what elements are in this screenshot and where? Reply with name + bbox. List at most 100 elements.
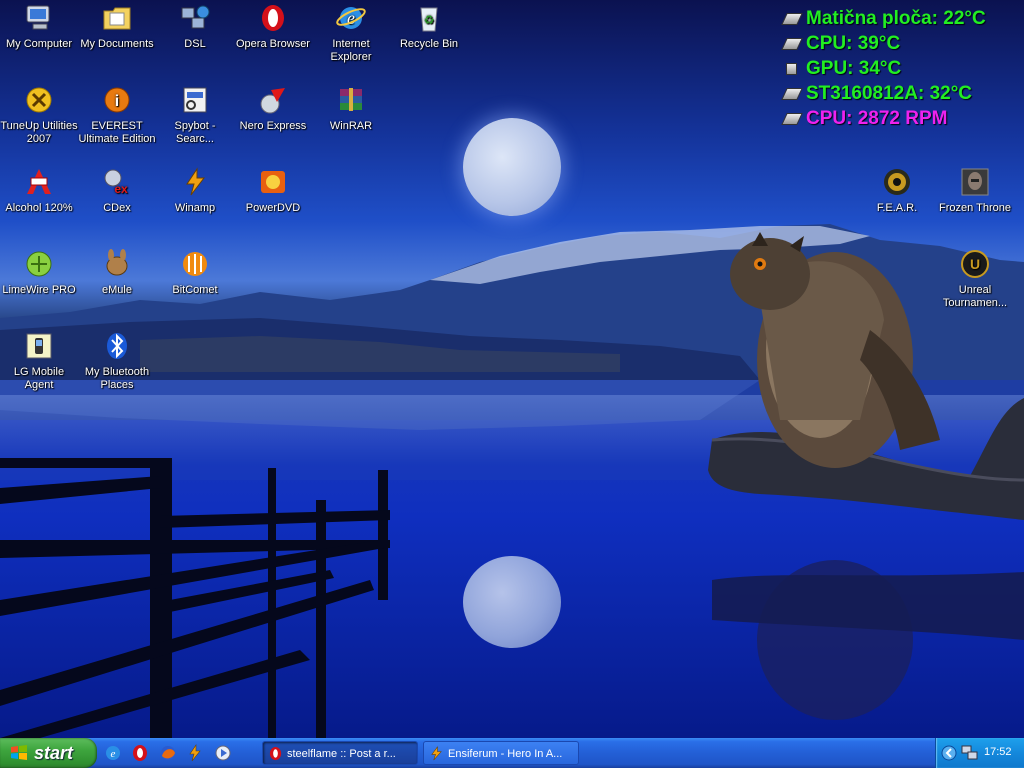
icon-label: CDex: [103, 202, 131, 214]
icon-label: Unreal Tournamen...: [942, 284, 1008, 309]
desktop-icon[interactable]: My Bluetooth Places: [78, 330, 156, 392]
nero-icon: [260, 88, 285, 114]
everest-icon: i: [104, 87, 130, 113]
desktop-icon[interactable]: DSL: [156, 2, 234, 51]
sensor-text: Matična ploča: 22°C: [806, 8, 986, 29]
system-tray: 17:52: [935, 738, 1024, 768]
quick-launch: e: [104, 744, 237, 762]
bitcomet-icon: [183, 252, 207, 276]
sensor-cpu-fan: CPU: 2872 RPM: [781, 108, 1020, 133]
window-title: steelflame :: Post a r...: [287, 748, 396, 760]
windows-logo-icon: [11, 745, 27, 760]
sensor-text: ST3160812A: 32°C: [806, 83, 973, 104]
moon: [463, 118, 561, 216]
clock[interactable]: 17:52: [984, 746, 1012, 758]
taskbar-window-button[interactable]: Ensiferum - Hero In A...: [423, 741, 579, 765]
taskbar-window-button[interactable]: steelflame :: Post a r...: [262, 741, 418, 765]
icon-label: PowerDVD: [245, 202, 301, 214]
desktop-icon[interactable]: eMule: [78, 248, 156, 297]
svg-text:ex: ex: [114, 182, 128, 196]
spybot-icon: [183, 87, 207, 113]
sensor-text: CPU: 39°C: [806, 33, 901, 54]
svg-text:e: e: [111, 748, 116, 760]
desktop-icon[interactable]: U Unreal Tournamen...: [936, 248, 1014, 310]
desktop-icon[interactable]: ex CDex: [78, 166, 156, 215]
icon-label: My Documents: [80, 38, 154, 50]
icon-label: eMule: [102, 284, 132, 296]
opera-icon: [262, 5, 284, 31]
desktop-icon[interactable]: My Computer: [0, 2, 78, 51]
desktop-icon[interactable]: LG Mobile Agent: [0, 330, 78, 392]
start-button[interactable]: start: [0, 738, 97, 768]
network-icon[interactable]: [961, 745, 979, 761]
desktop-icon[interactable]: WinRAR: [312, 84, 390, 133]
sensor-gpu-temp: GPU: 34°C: [784, 58, 1020, 83]
motherboard-icon: [781, 12, 803, 25]
moon-reflection: [463, 556, 561, 648]
icon-label: Nero Express: [239, 120, 307, 132]
icon-label: LimeWire PRO: [2, 284, 76, 296]
media-player-icon[interactable]: [214, 744, 232, 762]
desktop-icon[interactable]: My Documents: [78, 2, 156, 51]
desktop-icon[interactable]: TuneUp Utilities 2007: [0, 84, 78, 146]
hard-drive-icon: [781, 87, 803, 100]
desktop-icon[interactable]: BitComet: [156, 248, 234, 297]
winamp-icon: [186, 167, 206, 196]
icon-label: BitComet: [172, 284, 218, 296]
icon-label: Winamp: [174, 202, 216, 214]
icon-label: LG Mobile Agent: [13, 366, 65, 391]
icon-label: Spybot - Searc...: [174, 120, 216, 145]
icon-label: My Bluetooth Places: [84, 366, 150, 391]
icon-label: Recycle Bin: [399, 38, 459, 50]
sensor-cpu-temp: CPU: 39°C: [781, 33, 1020, 58]
icon-label: Alcohol 120%: [5, 202, 73, 214]
icon-label: My Computer: [5, 38, 73, 50]
tuneup-icon: [26, 87, 52, 113]
internet-explorer-icon[interactable]: e: [104, 744, 122, 762]
internet-explorer-icon: e: [336, 7, 366, 29]
desktop[interactable]: My Computer My Documents DSL Opera Brows…: [0, 0, 1024, 738]
icon-label: DSL: [184, 38, 206, 50]
desktop-icon[interactable]: e Internet Explorer: [312, 2, 390, 64]
icon-label: Frozen Throne: [939, 202, 1011, 214]
desktop-icon[interactable]: F.E.A.R.: [858, 166, 936, 215]
limewire-icon: [26, 251, 52, 277]
opera-icon[interactable]: [131, 744, 149, 762]
show-hidden-icon[interactable]: [941, 745, 957, 761]
fear-game-icon: [884, 169, 910, 195]
desktop-icon[interactable]: PowerDVD: [234, 166, 312, 215]
sensor-hdd-temp: ST3160812A: 32°C: [781, 83, 1020, 108]
desktop-icon[interactable]: Opera Browser: [234, 2, 312, 51]
unreal-tournament-icon: U: [961, 250, 989, 278]
powerdvd-icon: [261, 171, 285, 193]
icon-label: Internet Explorer: [330, 38, 372, 63]
lake-reflection: [0, 395, 1024, 465]
gpu-icon: [786, 62, 797, 75]
cpu-chip-icon: [781, 112, 803, 125]
icon-label: EVEREST Ultimate Edition: [78, 120, 156, 145]
winamp-icon[interactable]: [186, 744, 204, 762]
emule-icon: [106, 249, 128, 276]
winrar-icon: [340, 88, 362, 111]
svg-text:U: U: [970, 256, 980, 272]
cpu-chip-icon: [781, 37, 803, 50]
sensor-motherboard-temp: Matična ploča: 22°C: [781, 8, 1020, 33]
recycle-bin-icon: ♻: [420, 7, 438, 32]
desktop-icon[interactable]: Alcohol 120%: [0, 166, 78, 215]
opera-icon: [269, 746, 282, 761]
cdex-icon: ex: [104, 169, 128, 196]
desktop-icon[interactable]: ♻ Recycle Bin: [390, 2, 468, 51]
desktop-icon[interactable]: i EVEREST Ultimate Edition: [78, 84, 156, 146]
icon-label: TuneUp Utilities 2007: [0, 120, 78, 145]
alcohol-icon: [27, 169, 51, 194]
desktop-icon[interactable]: Frozen Throne: [936, 166, 1014, 215]
desktop-icon[interactable]: Spybot - Searc...: [156, 84, 234, 146]
desktop-icon[interactable]: Winamp: [156, 166, 234, 215]
desktop-icon[interactable]: Nero Express: [234, 84, 312, 133]
svg-text:♻: ♻: [424, 13, 435, 27]
desktop-icon[interactable]: LimeWire PRO: [0, 248, 78, 297]
bluetooth-icon: [107, 333, 127, 359]
firefox-icon[interactable]: [159, 744, 177, 762]
network-connection-icon: [181, 5, 210, 29]
svg-text:i: i: [115, 93, 119, 110]
